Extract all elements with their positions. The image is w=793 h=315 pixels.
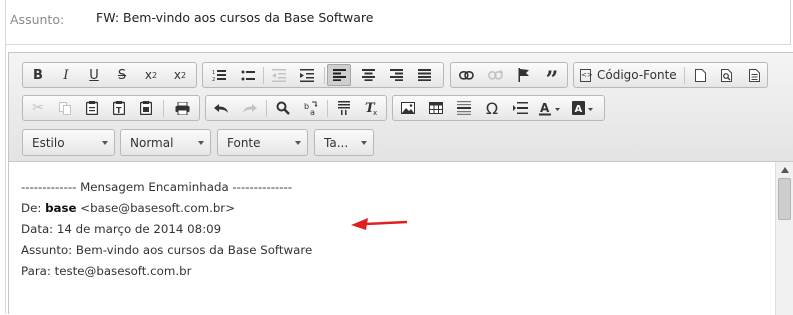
scroll-up-icon[interactable] <box>781 167 789 173</box>
align-left-icon[interactable] <box>327 64 351 86</box>
links-group: ” <box>450 62 568 93</box>
clipboard-group: ✂ T <box>22 95 200 121</box>
chevron-down-icon <box>198 141 204 145</box>
separator <box>327 100 328 117</box>
divider <box>5 44 791 45</box>
outdent-icon[interactable] <box>267 64 291 86</box>
copy-icon[interactable] <box>53 97 77 119</box>
left-border <box>5 0 6 314</box>
separator <box>266 100 267 117</box>
subject-field[interactable]: FW: Bem-vindo aos cursos da Base Softwar… <box>96 10 373 25</box>
editor-content[interactable]: ------------- Mensagem Encaminhada -----… <box>9 162 775 315</box>
subscript-button[interactable]: x2 <box>139 64 163 86</box>
table-icon[interactable] <box>424 97 448 119</box>
select-all-icon[interactable] <box>332 97 356 119</box>
scroll-thumb[interactable] <box>778 178 791 220</box>
right-border <box>790 0 791 44</box>
bg-color-icon[interactable]: A <box>568 97 598 119</box>
forward-separator: ------------- Mensagem Encaminhada -----… <box>21 180 293 194</box>
svg-text:b: b <box>304 102 309 111</box>
svg-text:a: a <box>310 108 315 116</box>
align-center-icon[interactable] <box>356 64 380 86</box>
font-dropdown-label: Fonte <box>227 136 261 150</box>
document-group: <> Código-Fonte <box>573 62 768 88</box>
find-icon[interactable] <box>271 97 295 119</box>
anchor-flag-icon[interactable] <box>512 64 536 86</box>
svg-text:A: A <box>575 104 583 115</box>
numbered-list-icon[interactable]: 12 <box>207 64 231 86</box>
vertical-scrollbar[interactable] <box>775 162 793 315</box>
separator <box>324 67 325 84</box>
size-dropdown-label: Ta... <box>324 136 349 150</box>
date-line: Data: 14 de março de 2014 08:09 <box>21 222 222 236</box>
style-dropdown[interactable]: Estilo <box>22 129 115 156</box>
justify-icon[interactable] <box>412 64 436 86</box>
svg-text:A: A <box>540 101 550 115</box>
subject-line: Assunto: Bem-vindo aos cursos da Base So… <box>21 243 313 257</box>
subject-label: Assunto: <box>10 12 65 27</box>
insert-group: Ω A A <box>392 95 605 121</box>
replace-icon[interactable]: ba <box>299 97 323 119</box>
rich-text-editor: B I U S x2 x2 12 ” <> Código-Fonte ✂ T b… <box>8 52 793 315</box>
separator <box>684 67 685 84</box>
bold-button[interactable]: B <box>26 64 50 86</box>
format-dropdown[interactable]: Normal <box>120 129 211 156</box>
text-color-icon[interactable]: A <box>535 97 565 119</box>
templates-icon[interactable] <box>742 64 766 86</box>
preview-icon[interactable] <box>715 64 739 86</box>
from-line: De: base <base@basesoft.com.br> <box>21 201 235 215</box>
underline-button[interactable]: U <box>82 64 106 86</box>
source-button[interactable]: <> Código-Fonte <box>580 64 677 86</box>
new-page-icon[interactable] <box>688 64 712 86</box>
paste-text-icon[interactable]: T <box>107 97 131 119</box>
special-char-icon[interactable]: Ω <box>480 97 504 119</box>
horizontal-rule-icon[interactable] <box>452 97 476 119</box>
separator <box>163 100 164 117</box>
separator <box>263 67 264 84</box>
chevron-down-icon <box>361 141 367 145</box>
svg-text:1: 1 <box>212 70 215 76</box>
paste-word-icon[interactable] <box>134 97 158 119</box>
source-label: Código-Fonte <box>597 68 677 82</box>
to-line: Para: teste@basesoft.com.br <box>21 264 192 278</box>
link-icon[interactable] <box>454 64 478 86</box>
page-break-icon[interactable] <box>508 97 532 119</box>
blockquote-icon[interactable]: ” <box>540 64 564 93</box>
indent-icon[interactable] <box>295 64 319 86</box>
svg-text:2: 2 <box>212 77 215 82</box>
editor-toolbar: B I U S x2 x2 12 ” <> Código-Fonte ✂ T b… <box>9 53 793 162</box>
strike-button[interactable]: S <box>110 64 134 86</box>
font-dropdown[interactable]: Fonte <box>217 129 308 156</box>
svg-text:T: T <box>116 106 122 115</box>
bulleted-list-icon[interactable] <box>236 64 260 86</box>
remove-format-icon[interactable]: Tx <box>360 97 384 119</box>
style-dropdown-label: Estilo <box>32 136 65 150</box>
from-name: base <box>45 201 77 215</box>
format-dropdown-label: Normal <box>130 136 174 150</box>
from-label: De: <box>21 201 42 215</box>
paragraph-group: 12 <box>202 62 444 88</box>
basicstyles-group: B I U S x2 x2 <box>22 62 197 88</box>
image-icon[interactable] <box>396 97 420 119</box>
paste-icon[interactable] <box>80 97 104 119</box>
unlink-icon[interactable] <box>483 64 507 86</box>
subject-row: Assunto: FW: Bem-vindo aos cursos da Bas… <box>5 0 791 44</box>
size-dropdown[interactable]: Ta... <box>314 129 374 156</box>
print-icon[interactable] <box>170 97 194 119</box>
undo-find-group: ba Tx <box>205 95 387 121</box>
red-arrow-icon <box>351 218 408 230</box>
source-icon: <> <box>580 68 593 82</box>
from-email: <base@basesoft.com.br> <box>80 201 236 215</box>
italic-button[interactable]: I <box>54 64 78 86</box>
chevron-down-icon <box>295 141 301 145</box>
compose-form: Assunto: FW: Bem-vindo aos cursos da Bas… <box>5 0 793 315</box>
chevron-down-icon <box>102 141 108 145</box>
svg-text:x: x <box>373 109 377 115</box>
superscript-button[interactable]: x2 <box>168 64 192 86</box>
undo-icon[interactable] <box>209 97 233 119</box>
redo-icon[interactable] <box>237 97 261 119</box>
cut-icon[interactable]: ✂ <box>26 97 50 119</box>
align-right-icon[interactable] <box>384 64 408 86</box>
